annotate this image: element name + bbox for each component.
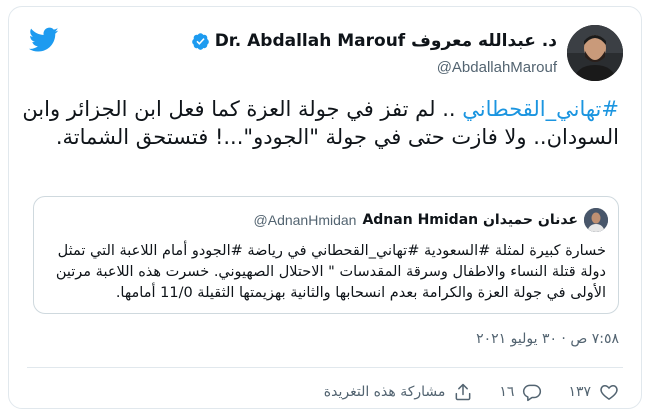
share-button[interactable]: مشاركة هذه التغريدة xyxy=(324,382,474,402)
divider xyxy=(27,367,623,368)
reply-button[interactable]: ١٦ xyxy=(499,382,542,402)
like-button[interactable]: ١٣٧ xyxy=(568,382,619,402)
share-icon xyxy=(455,383,471,401)
tweet-actions: ١٣٧ ١٦ مشاركة هذه التغريدة xyxy=(324,377,619,407)
author-display-name[interactable]: Dr. Abdallah Marouf د. عبدالله معروف xyxy=(215,31,557,51)
tweet-text: #تهاني_القحطاني .. لم تفز في جولة العزة … xyxy=(19,95,619,151)
verified-badge-icon xyxy=(191,32,209,50)
twitter-bird-icon[interactable] xyxy=(29,27,59,53)
tweet-timestamp[interactable]: ٧:٥٨ ص · ٣٠ يوليو ٢٠٢١ xyxy=(476,331,619,347)
reply-icon xyxy=(523,384,542,402)
author-handle[interactable]: @AbdallahMarouf xyxy=(437,59,557,76)
quote-author-handle[interactable]: @AdnanHmidan xyxy=(254,212,357,228)
heart-icon xyxy=(600,384,618,400)
author-name-row[interactable]: Dr. Abdallah Marouf د. عبدالله معروف xyxy=(191,29,557,53)
tweet-hashtag-link[interactable]: #تهاني_القحطاني xyxy=(462,97,619,121)
like-count: ١٣٧ xyxy=(568,384,591,400)
quote-author-avatar[interactable] xyxy=(584,208,608,232)
share-label: مشاركة هذه التغريدة xyxy=(323,384,446,400)
quote-author-name[interactable]: Adnan Hmidan عدنان حميدان xyxy=(362,212,578,228)
quote-header: Adnan Hmidan عدنان حميدان @AdnanHmidan xyxy=(254,210,578,230)
author-avatar[interactable] xyxy=(567,25,623,81)
reply-count: ١٦ xyxy=(499,384,515,400)
quote-text: خسارة كبيرة لمثلة #السعودية #تهاني_القحط… xyxy=(55,243,606,301)
tweet-card[interactable]: Dr. Abdallah Marouf د. عبدالله معروف @Ab… xyxy=(8,6,642,409)
quoted-tweet[interactable]: Adnan Hmidan عدنان حميدان @AdnanHmidan خ… xyxy=(33,196,619,314)
